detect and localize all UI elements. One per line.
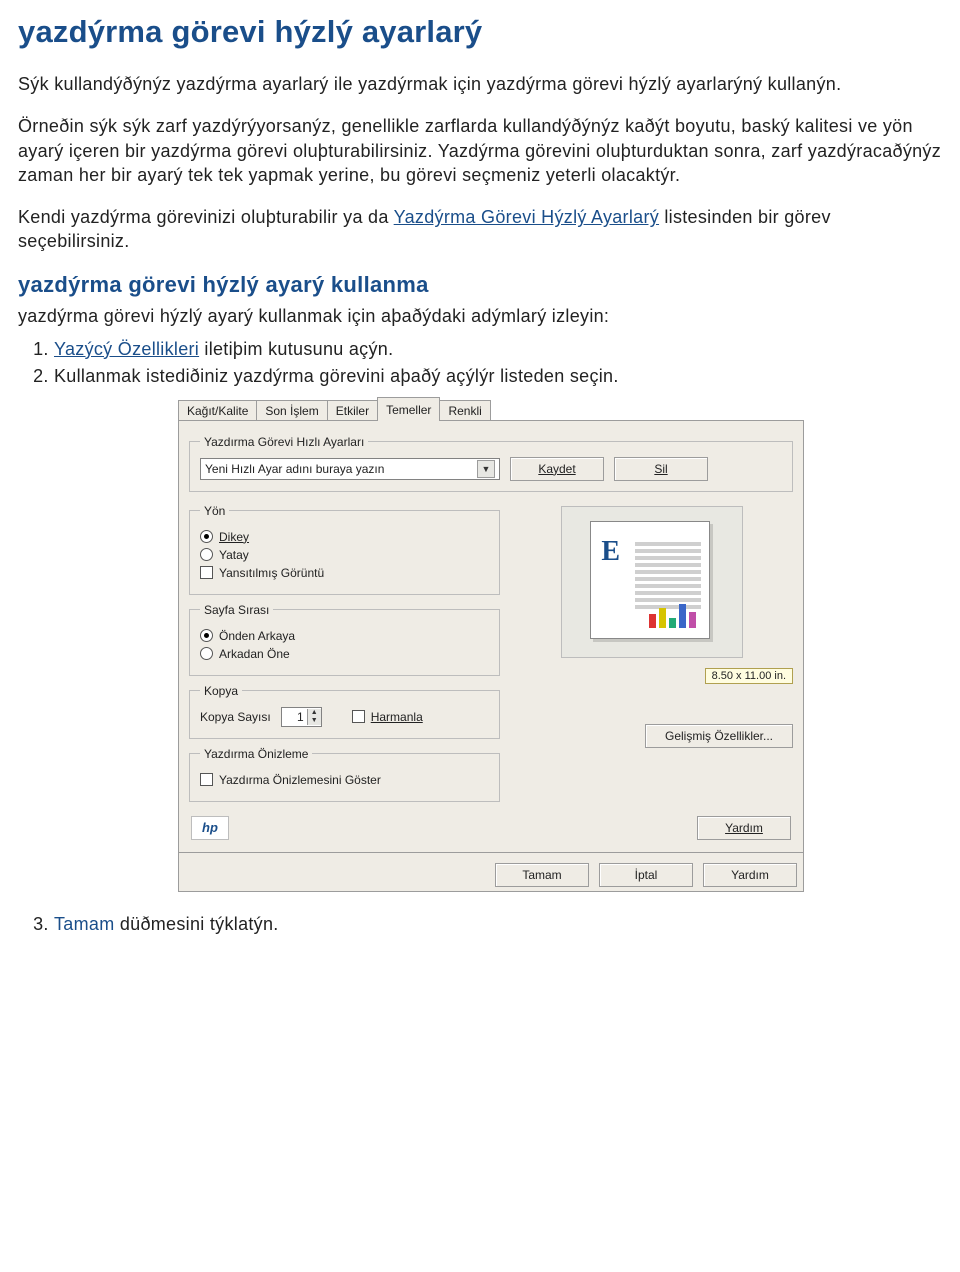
- steps-list: Yazýcý Özellikleri iletiþim kutusunu açý…: [54, 339, 942, 387]
- page-order-group: Sayfa Sırası Önden Arkaya Arkadan Öne: [189, 603, 500, 676]
- preview-letter-icon: E: [601, 536, 620, 568]
- step-1-rest: iletiþim kutusunu açýn.: [199, 339, 393, 359]
- radio-icon: [200, 629, 213, 642]
- dialog-tabs: Kağıt/Kalite Son İşlem Etkiler Temeller …: [178, 399, 804, 421]
- page-preview: E: [561, 506, 743, 658]
- quick-settings-combo-text: Yeni Hızlı Ayar adını buraya yazın: [205, 462, 384, 476]
- orientation-portrait[interactable]: Dikey: [200, 530, 489, 544]
- step-1: Yazýcý Özellikleri iletiþim kutusunu açý…: [54, 339, 942, 360]
- page-order-back-front[interactable]: Arkadan Öne: [200, 647, 489, 661]
- quick-settings-combo[interactable]: Yeni Hızlı Ayar adını buraya yazın ▼: [200, 458, 500, 480]
- tab-color[interactable]: Renkli: [439, 400, 490, 421]
- spinner-down-icon[interactable]: ▼: [307, 717, 321, 725]
- copies-count-spinner[interactable]: 1 ▲ ▼: [281, 707, 322, 727]
- checkbox-icon: [352, 710, 365, 723]
- orientation-landscape-label: Yatay: [219, 548, 249, 562]
- intro-paragraph-3: Kendi yazdýrma görevinizi oluþturabilir …: [18, 205, 942, 254]
- orientation-legend: Yön: [200, 504, 229, 518]
- advanced-features-button[interactable]: Gelişmiş Özellikler...: [645, 724, 793, 748]
- p3-part-a: Kendi yazdýrma görevinizi oluþturabilir …: [18, 207, 394, 227]
- page-order-front-back-label: Önden Arkaya: [219, 629, 295, 643]
- save-button[interactable]: Kaydet: [510, 457, 604, 481]
- preview-page-icon: E: [590, 521, 710, 639]
- collate-label: Harmanla: [371, 710, 423, 724]
- mirror-image-check[interactable]: Yansıtılmış Görüntü: [200, 566, 489, 580]
- page-title: yazdýrma görevi hýzlý ayarlarý: [18, 14, 942, 50]
- step-3: Tamam düðmesini týklatýn.: [54, 914, 942, 935]
- steps-list-continued: Tamam düðmesini týklatýn.: [54, 914, 942, 935]
- tab-effects[interactable]: Etkiler: [327, 400, 378, 421]
- ok-button[interactable]: Tamam: [495, 863, 589, 887]
- help-button[interactable]: Yardım: [697, 816, 791, 840]
- checkbox-icon: [200, 566, 213, 579]
- radio-icon: [200, 548, 213, 561]
- preview-chart-icon: [649, 604, 696, 628]
- section-title: yazdýrma görevi hýzlý ayarý kullanma: [18, 272, 942, 298]
- preview-size-label: 8.50 x 11.00 in.: [705, 668, 793, 684]
- cancel-button[interactable]: İptal: [599, 863, 693, 887]
- section-intro: yazdýrma görevi hýzlý ayarý kullanmak iç…: [18, 306, 942, 327]
- copies-count-label: Kopya Sayısı: [200, 710, 271, 724]
- orientation-portrait-label: Dikey: [219, 530, 249, 544]
- dialog-body: Yazdırma Görevi Hızlı Ayarları Yeni Hızl…: [178, 420, 804, 853]
- quick-settings-link[interactable]: Yazdýrma Görevi Hýzlý Ayarlarý: [394, 207, 659, 227]
- hp-logo-icon: hp: [191, 816, 229, 840]
- help-button-label: Yardım: [725, 821, 763, 835]
- radio-icon: [200, 647, 213, 660]
- collate-check[interactable]: Harmanla: [352, 710, 423, 724]
- step-2: Kullanmak istediðiniz yazdýrma görevini …: [54, 366, 942, 387]
- mirror-image-label: Yansıtılmış Görüntü: [219, 566, 324, 580]
- tab-paper-quality[interactable]: Kağıt/Kalite: [178, 400, 257, 421]
- ok-reference: Tamam: [54, 914, 115, 934]
- intro-paragraph-2: Örneðin sýk sýk zarf yazdýrýyorsanýz, ge…: [18, 114, 942, 187]
- page-order-back-front-label: Arkadan Öne: [219, 647, 290, 661]
- save-button-label: Kaydet: [538, 462, 575, 476]
- print-preview-legend: Yazdırma Önizleme: [200, 747, 312, 761]
- step-3-rest: düðmesini týklatýn.: [115, 914, 279, 934]
- radio-icon: [200, 530, 213, 543]
- preview-lines-icon: [635, 542, 701, 612]
- copies-group: Kopya Kopya Sayısı 1 ▲ ▼ Harmanla: [189, 684, 500, 739]
- quick-settings-group: Yazdırma Görevi Hızlı Ayarları Yeni Hızl…: [189, 435, 793, 492]
- dialog-footer: Tamam İptal Yardım: [178, 853, 804, 892]
- printer-properties-link[interactable]: Yazýcý Özellikleri: [54, 339, 199, 359]
- orientation-landscape[interactable]: Yatay: [200, 548, 489, 562]
- copies-legend: Kopya: [200, 684, 242, 698]
- footer-help-button[interactable]: Yardım: [703, 863, 797, 887]
- intro-paragraph-1: Sýk kullandýðýnýz yazdýrma ayarlarý ile …: [18, 72, 942, 96]
- show-preview-label: Yazdırma Önizlemesini Göster: [219, 773, 381, 787]
- show-preview-check[interactable]: Yazdırma Önizlemesini Göster: [200, 773, 489, 787]
- orientation-group: Yön Dikey Yatay Yansıtılmış Görüntü: [189, 504, 500, 595]
- delete-button-label: Sil: [654, 462, 667, 476]
- page-order-legend: Sayfa Sırası: [200, 603, 273, 617]
- checkbox-icon: [200, 773, 213, 786]
- spinner-up-icon[interactable]: ▲: [307, 709, 321, 717]
- quick-settings-legend: Yazdırma Görevi Hızlı Ayarları: [200, 435, 368, 449]
- delete-button[interactable]: Sil: [614, 457, 708, 481]
- tab-finishing[interactable]: Son İşlem: [256, 400, 327, 421]
- copies-count-value: 1: [282, 710, 307, 724]
- page-order-front-back[interactable]: Önden Arkaya: [200, 629, 489, 643]
- chevron-down-icon[interactable]: ▼: [477, 460, 495, 478]
- printer-dialog: Kağıt/Kalite Son İşlem Etkiler Temeller …: [178, 399, 804, 892]
- print-preview-group: Yazdırma Önizleme Yazdırma Önizlemesini …: [189, 747, 500, 802]
- tab-basics[interactable]: Temeller: [377, 397, 440, 421]
